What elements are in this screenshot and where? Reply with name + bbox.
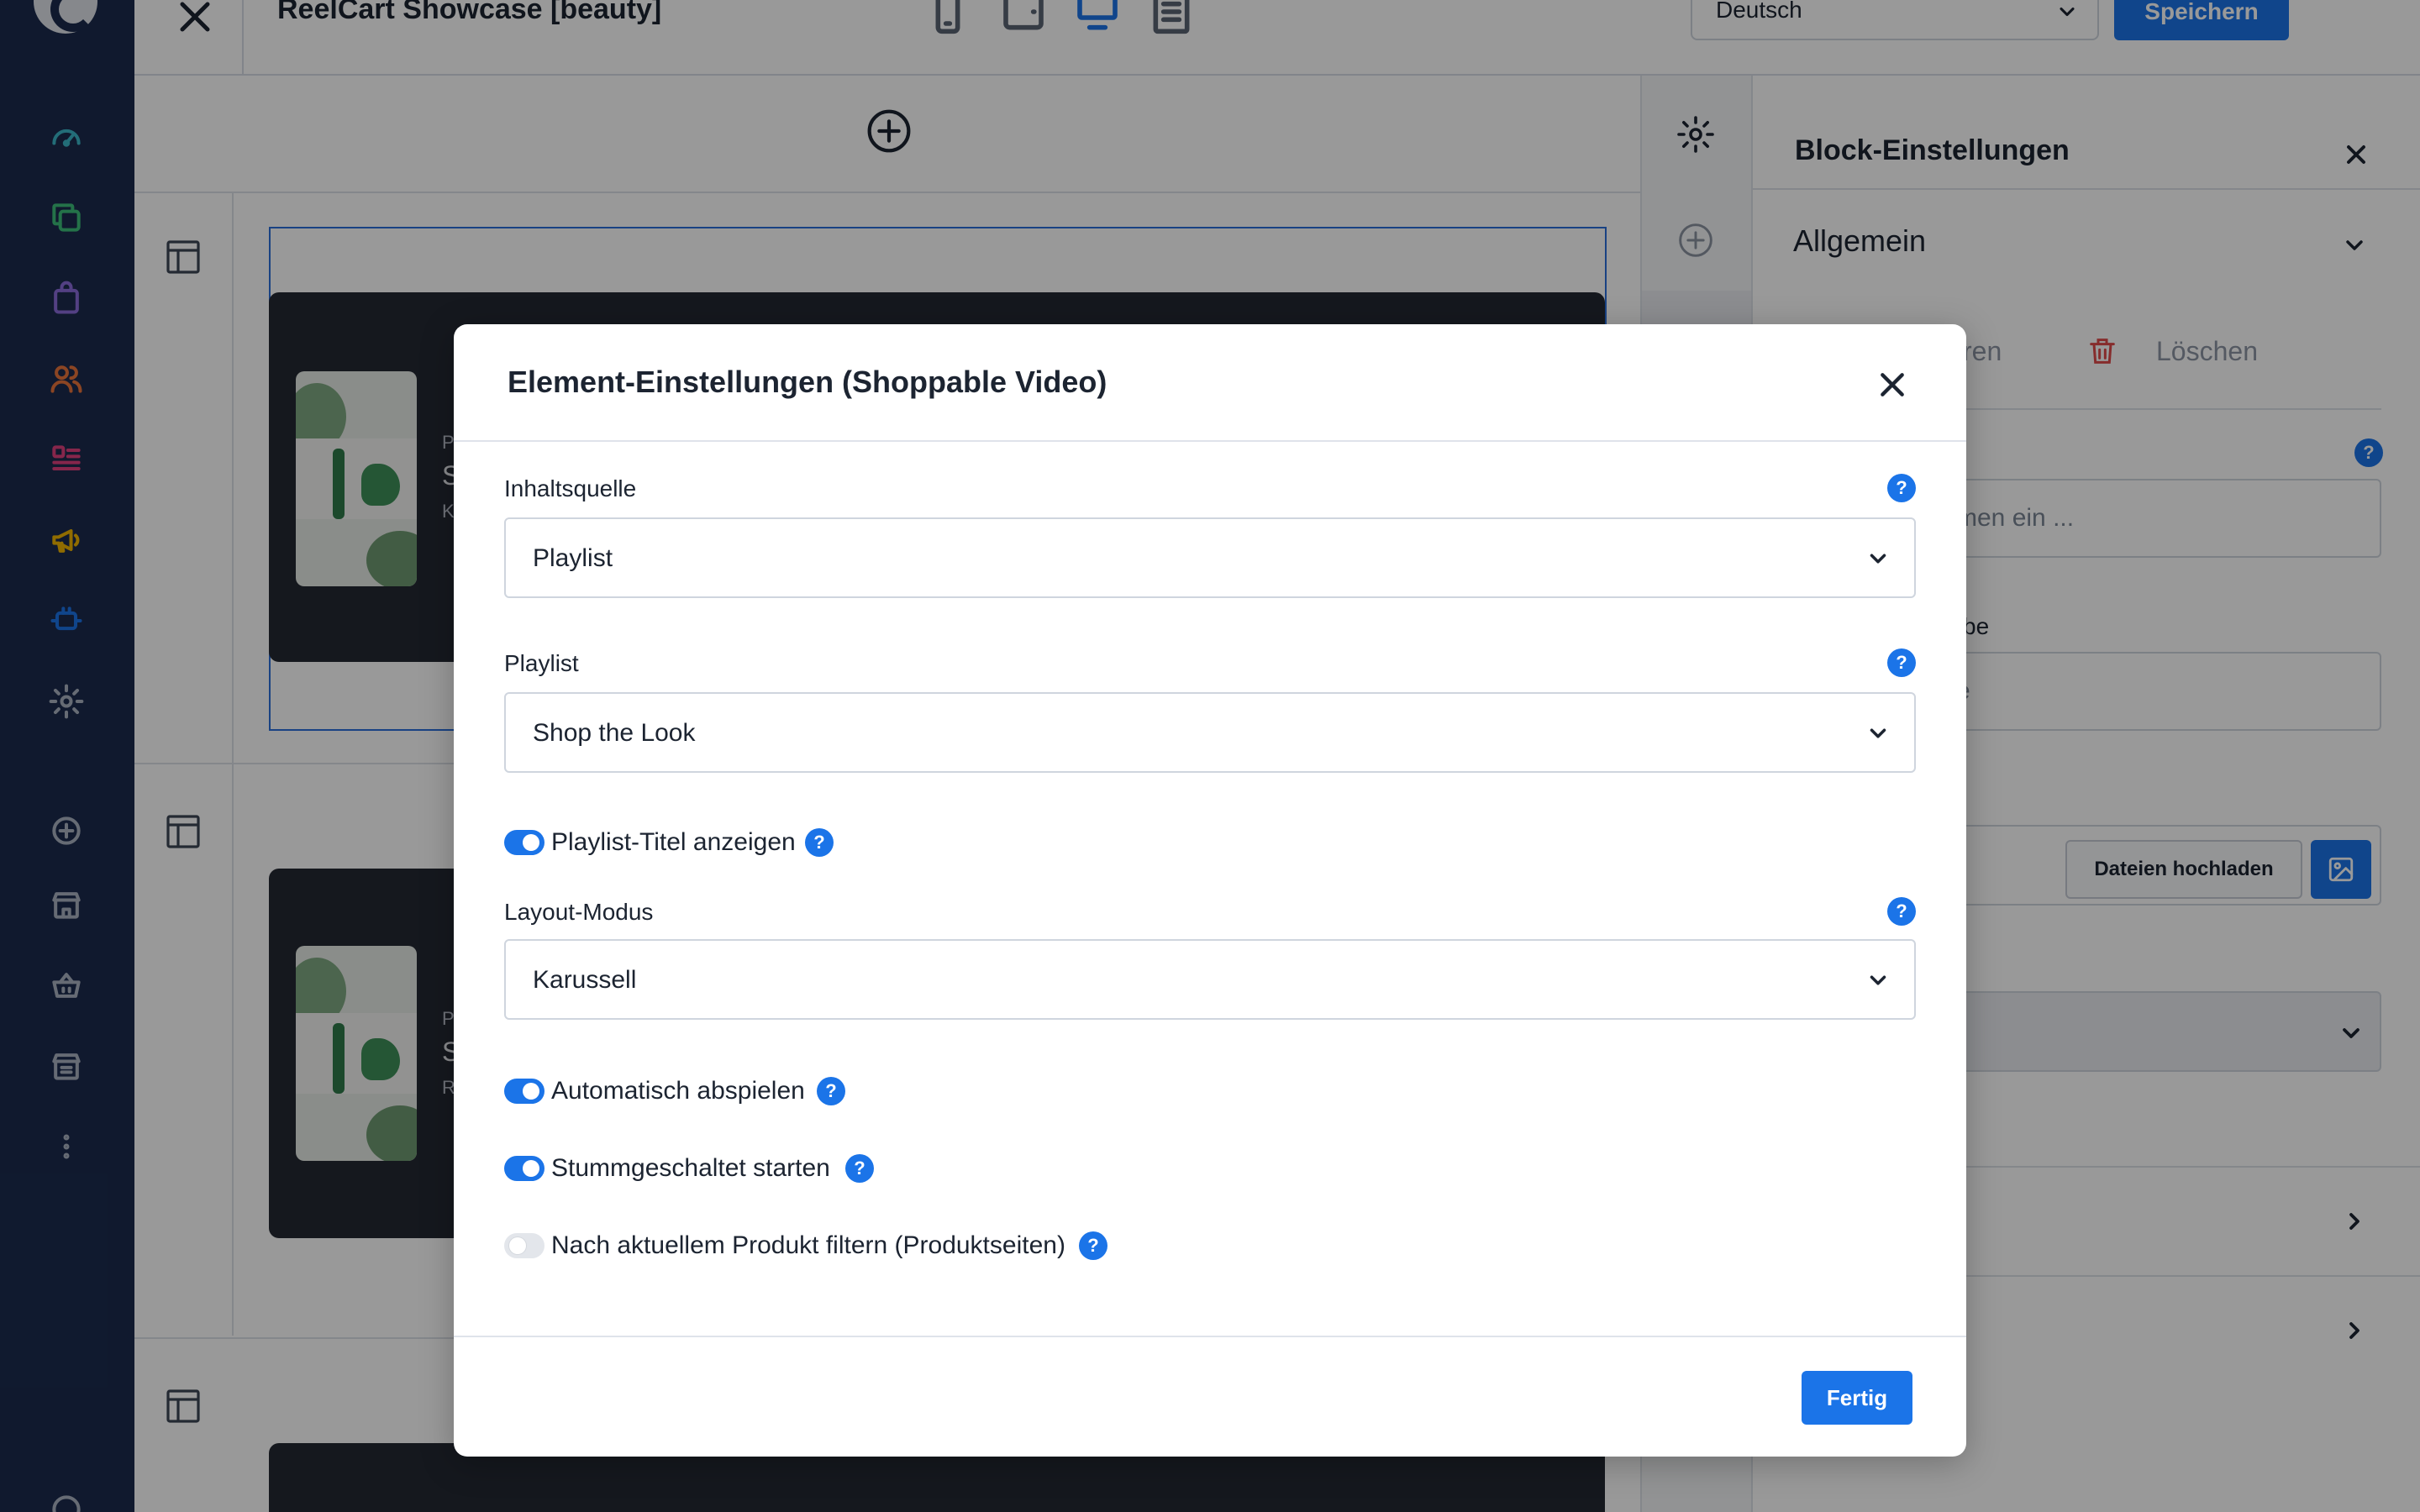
show-playlist-title-toggle[interactable] xyxy=(504,830,544,855)
divider xyxy=(454,1336,1966,1337)
help-icon[interactable]: ? xyxy=(805,828,834,857)
chevron-down-icon xyxy=(1870,975,1886,985)
filter-by-product-toggle[interactable] xyxy=(504,1233,544,1258)
done-button[interactable]: Fertig xyxy=(1802,1371,1912,1425)
start-muted-toggle[interactable] xyxy=(504,1156,544,1181)
help-icon[interactable]: ? xyxy=(1887,474,1916,502)
help-icon[interactable]: ? xyxy=(845,1154,874,1183)
help-icon[interactable]: ? xyxy=(1079,1231,1107,1260)
help-icon[interactable]: ? xyxy=(1887,897,1916,926)
layout-mode-select[interactable]: Karussell xyxy=(504,939,1916,1020)
toggle-label: Stummgeschaltet starten xyxy=(551,1154,830,1182)
toggle-label: Nach aktuellem Produkt filtern (Produkts… xyxy=(551,1231,1065,1259)
content-source-label: Inhaltsquelle xyxy=(504,475,637,501)
playlist-label: Playlist xyxy=(504,650,579,676)
modal-title: Element-Einstellungen (Shoppable Video) xyxy=(508,365,1107,399)
toggle-label: Automatisch abspielen xyxy=(551,1077,805,1105)
help-icon[interactable]: ? xyxy=(1887,648,1916,677)
select-value: Playlist xyxy=(533,544,613,572)
chevron-down-icon xyxy=(1870,728,1886,738)
close-icon[interactable] xyxy=(1876,368,1909,402)
layout-mode-label: Layout-Modus xyxy=(504,899,654,925)
content-source-select[interactable]: Playlist xyxy=(504,517,1916,598)
select-value: Shop the Look xyxy=(533,719,696,747)
autoplay-toggle[interactable] xyxy=(504,1079,544,1104)
playlist-select[interactable]: Shop the Look xyxy=(504,692,1916,773)
select-value: Karussell xyxy=(533,966,637,994)
chevron-down-icon xyxy=(1870,554,1886,564)
toggle-label: Playlist-Titel anzeigen xyxy=(551,828,796,856)
element-settings-modal: Element-Einstellungen (Shoppable Video) … xyxy=(454,324,1966,1457)
help-icon[interactable]: ? xyxy=(817,1077,845,1105)
modal-header: Element-Einstellungen (Shoppable Video) xyxy=(454,324,1966,442)
